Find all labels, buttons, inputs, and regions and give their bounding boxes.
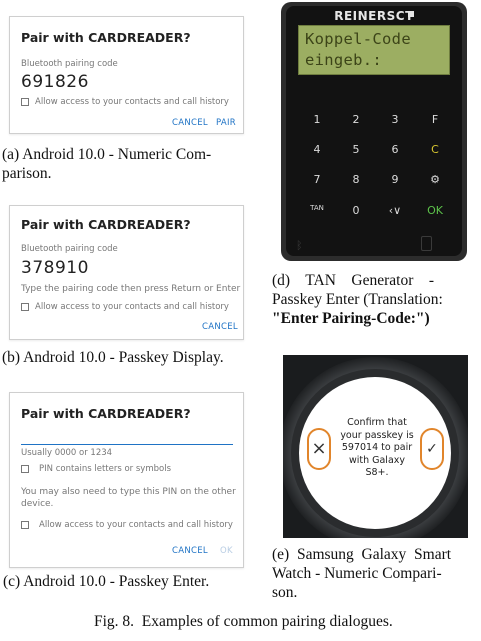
pairing-code: 691826 — [21, 72, 89, 92]
dialog-title: Pair with CARDREADER? — [21, 217, 191, 232]
lcd-line-1: Koppel-Code — [305, 30, 411, 48]
caption-c: (c) Android 10.0 - Passkey Enter. — [3, 573, 210, 590]
keypad-key[interactable]: 3 — [380, 113, 410, 126]
keypad-key[interactable]: TAN — [302, 204, 332, 212]
watch-cancel-button[interactable]: × — [307, 428, 331, 470]
contacts-access-label: Allow access to your contacts and call h… — [35, 302, 229, 312]
watch-message-line: Confirm that — [347, 417, 407, 428]
caption-e-line1: (e) Samsung Galaxy Smart — [272, 546, 452, 563]
tan-generator-device: REINERSCT Koppel-Code eingeb.: 123F 456C 7… — [281, 2, 467, 261]
caption-d-line2: Passkey Enter (Translation: — [272, 291, 443, 308]
keypad-key[interactable]: ‹∨ — [380, 204, 410, 217]
caption-a: (a) Android 10.0 - Numeric Com- parison. — [2, 145, 211, 183]
cancel-button[interactable]: CANCEL — [172, 118, 208, 128]
cancel-button[interactable]: CANCEL — [202, 322, 238, 332]
keypad-key[interactable]: 6 — [380, 143, 410, 156]
caption-a-line2: parison. — [2, 165, 52, 182]
dialog-title: Pair with CARDREADER? — [21, 30, 191, 45]
watch-message-line: 597014 to pair — [341, 442, 413, 453]
keypad-key[interactable]: 0 — [341, 204, 371, 217]
watch-message-line: your passkey is — [340, 429, 414, 441]
caption-d-line1: (d) TAN Generator - — [272, 272, 435, 289]
keypad-key[interactable]: 8 — [341, 173, 371, 186]
keypad-key[interactable]: 9 — [380, 173, 410, 186]
ok-button[interactable]: OK — [220, 546, 233, 556]
caption-a-line1: (a) Android 10.0 - Numeric Com- — [2, 146, 212, 163]
contacts-access-row[interactable]: Allow access to your contacts and call h… — [21, 520, 233, 530]
watch-confirm-button[interactable]: ✓ — [420, 428, 444, 470]
keypad-key[interactable]: ⚙ — [420, 173, 450, 186]
card-slot-icon — [421, 236, 432, 251]
checkbox[interactable] — [21, 98, 29, 106]
contacts-access-label: Allow access to your contacts and call h… — [35, 97, 229, 107]
keypad-key[interactable]: 2 — [341, 113, 371, 126]
lcd-display: Koppel-Code eingeb.: — [298, 25, 450, 75]
watch-message-line: S8+. — [365, 467, 389, 478]
pin-note-line2: device. — [21, 499, 54, 509]
dialog-passkey-enter: Pair with CARDREADER? Usually 0000 or 12… — [9, 392, 244, 568]
keypad-key[interactable]: 5 — [341, 143, 371, 156]
checkbox[interactable] — [21, 465, 29, 473]
contacts-access-row[interactable]: Allow access to your contacts and call h… — [21, 97, 229, 107]
caption-b: (b) Android 10.0 - Passkey Display. — [2, 349, 224, 366]
pair-button[interactable]: PAIR — [216, 118, 236, 128]
pin-hint: Usually 0000 or 1234 — [21, 448, 113, 458]
checkbox[interactable] — [21, 303, 29, 311]
brand-logo: REINERSCT — [334, 9, 414, 23]
lcd-line-2: eingeb.: — [305, 51, 383, 69]
keypad-key[interactable]: OK — [420, 204, 450, 217]
check-icon: ✓ — [426, 441, 438, 457]
pairing-instruction: Type the pairing code then press Return … — [21, 284, 241, 294]
pairing-code-label: Bluetooth pairing code — [21, 244, 118, 254]
keypad-key[interactable]: 4 — [302, 143, 332, 156]
watch-message: Confirm that your passkey is 597014 to p… — [333, 417, 421, 480]
checkbox[interactable] — [21, 521, 29, 529]
cancel-button[interactable]: CANCEL — [172, 546, 208, 556]
bluetooth-icon: ᛒ — [296, 239, 303, 252]
close-icon: × — [311, 438, 327, 459]
watch-message-line: with Galaxy — [348, 454, 406, 466]
pin-letters-row[interactable]: PIN contains letters or symbols — [21, 464, 171, 474]
figure-caption: Fig. 8. Examples of common pairing dialo… — [94, 613, 393, 630]
contacts-access-row[interactable]: Allow access to your contacts and call h… — [21, 302, 229, 312]
pin-input[interactable] — [21, 432, 233, 445]
keypad-key[interactable]: 7 — [302, 173, 332, 186]
brand-mark — [408, 11, 414, 17]
keypad-key[interactable]: C — [420, 143, 450, 156]
pairing-code: 378910 — [21, 258, 89, 278]
pin-letters-label: PIN contains letters or symbols — [39, 464, 172, 474]
keypad-key[interactable]: 1 — [302, 113, 332, 126]
smartwatch-photo: Confirm that your passkey is 597014 to p… — [283, 355, 468, 538]
pin-note-line1: You may also need to type this PIN on th… — [21, 487, 236, 497]
caption-e-line2: Watch - Numeric Compari- — [272, 565, 442, 582]
contacts-access-label: Allow access to your contacts and call h… — [39, 520, 233, 530]
keypad-key[interactable]: F — [420, 113, 450, 126]
caption-d-line3: "Enter Pairing-Code:") — [272, 310, 430, 327]
pairing-code-label: Bluetooth pairing code — [21, 59, 118, 69]
dialog-title: Pair with CARDREADER? — [21, 406, 191, 421]
caption-e-line3: son. — [272, 584, 298, 601]
dialog-passkey-display: Pair with CARDREADER? Bluetooth pairing … — [9, 205, 244, 340]
caption-e: (e) Samsung Galaxy Smart Watch - Numeric… — [272, 545, 451, 602]
caption-d: (d) TAN Generator - Passkey Enter (Trans… — [272, 271, 443, 328]
dialog-numeric-comparison: Pair with CARDREADER? Bluetooth pairing … — [9, 16, 244, 134]
